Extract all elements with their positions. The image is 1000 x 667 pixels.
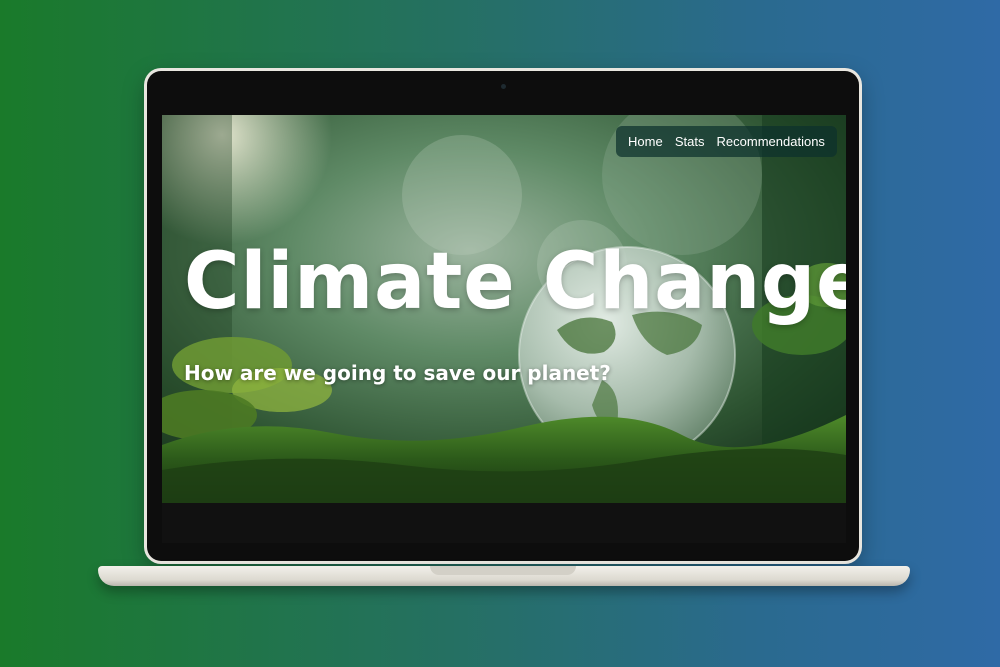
laptop-base (98, 566, 910, 586)
trackpad-notch (430, 566, 576, 575)
camera-icon (501, 84, 506, 89)
nav-stats-link[interactable]: Stats (675, 134, 705, 149)
hero-title: Climate Change (184, 237, 846, 327)
main-nav: Home Stats Recommendations (616, 126, 837, 157)
nav-home-link[interactable]: Home (628, 134, 663, 149)
nav-recommendations-link[interactable]: Recommendations (717, 134, 825, 149)
website-screen: Home Stats Recommendations Climate Chang… (162, 115, 846, 503)
laptop-lid: Home Stats Recommendations Climate Chang… (147, 71, 859, 561)
hero-subtitle: How are we going to save our planet? (184, 361, 611, 385)
screen-bottom-bezel (162, 503, 846, 543)
laptop-mockup: Home Stats Recommendations Climate Chang… (0, 0, 1000, 667)
